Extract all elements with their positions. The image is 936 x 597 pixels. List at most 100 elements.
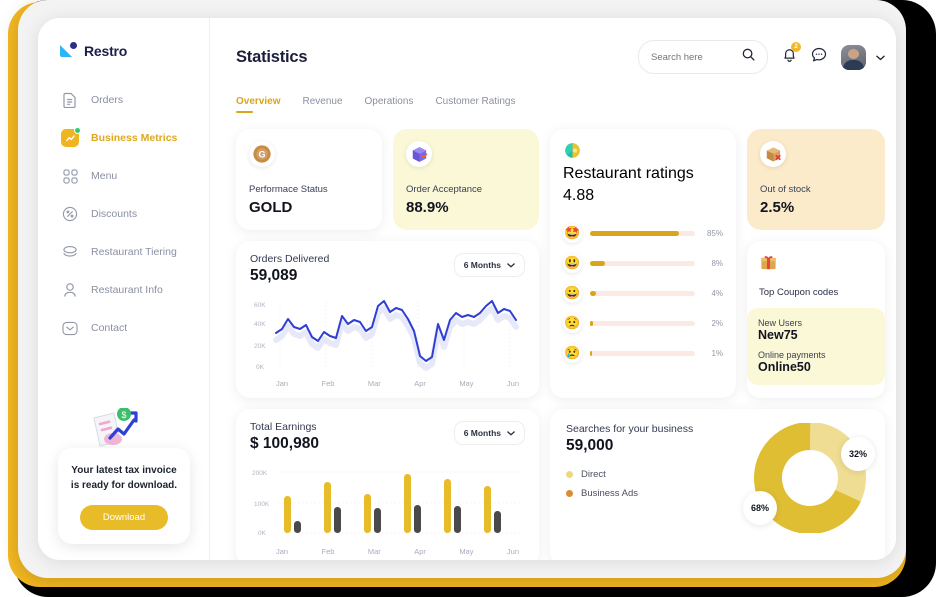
avatar[interactable] — [841, 44, 866, 70]
sidebar-item-restaurant-info[interactable]: Restaurant Info — [38, 271, 209, 309]
profile-menu[interactable] — [841, 44, 885, 70]
svg-text:60K: 60K — [254, 302, 266, 309]
tab-bar: Overview Revenue Operations Customer Rat… — [236, 96, 885, 113]
rating-row: 😀 4% — [563, 278, 723, 308]
sidebar-item-label: Orders — [91, 94, 124, 106]
box-cross-icon — [760, 141, 786, 167]
tab-overview[interactable]: Overview — [236, 96, 280, 113]
star-struck-face-icon: 🤩 — [563, 223, 582, 243]
sidebar-item-label: Restaurant Info — [91, 284, 163, 296]
user-icon — [61, 281, 79, 299]
tab-customer-ratings[interactable]: Customer Ratings — [435, 96, 515, 113]
download-button[interactable]: Download — [80, 505, 168, 530]
rating-percent: 8% — [711, 258, 723, 268]
sidebar-item-contact[interactable]: Contact — [38, 309, 209, 347]
x-tick: Feb — [321, 379, 335, 388]
stat-card-performance-status[interactable]: G Performace Status GOLD — [236, 129, 382, 230]
rating-row: 😟 2% — [563, 308, 723, 338]
earnings-range-selector[interactable]: 6 Months — [453, 421, 525, 445]
donut-label-top: 32% — [841, 437, 875, 471]
orders-delivered-card: Orders Delivered 59,089 6 Months 60K 40K — [236, 241, 539, 398]
card-value: 59,089 — [250, 267, 298, 284]
stat-value: 4.88 — [563, 187, 595, 204]
chart-square-icon — [61, 127, 81, 147]
messages-button[interactable] — [811, 47, 827, 68]
invoice-growth-icon: $ — [80, 407, 190, 448]
card-title: Searches for your business — [566, 423, 694, 435]
dashboard-app: Restro Orders Business Metrics Menu Disc… — [38, 18, 896, 560]
x-tick: Jan — [276, 379, 289, 388]
tab-operations[interactable]: Operations — [365, 96, 414, 113]
stat-label: Out of stock — [760, 184, 811, 195]
svg-text:0K: 0K — [258, 530, 267, 537]
dashboard-grid: G Performace Status GOLD Order Acceptanc… — [236, 129, 885, 560]
searches-donut-chart: 32% 68% — [743, 422, 875, 534]
grinning-face-icon: 😃 — [563, 253, 582, 273]
coupon-code[interactable]: Online50 — [758, 360, 874, 374]
rating-percent: 1% — [711, 348, 723, 358]
chevron-down-icon — [876, 48, 885, 66]
sidebar-item-label: Menu — [91, 170, 118, 182]
searches-card: Searches for your business 59,000 Direct… — [550, 409, 885, 560]
topbar-actions: 2 — [638, 40, 885, 74]
rating-bar — [590, 230, 695, 236]
coupon-label: Online payments — [758, 350, 826, 360]
sidebar-item-label: Discounts — [91, 208, 138, 220]
stat-card-order-acceptance[interactable]: Order Acceptance 88.9% — [393, 129, 539, 230]
rating-bar — [590, 350, 695, 356]
svg-text:200K: 200K — [252, 470, 268, 477]
x-tick: Feb — [321, 547, 335, 556]
card-value: 59,000 — [566, 437, 614, 454]
ratings-pie-icon — [563, 141, 723, 165]
sidebar-item-orders[interactable]: Orders — [38, 81, 209, 119]
range-label: 6 Months — [463, 260, 501, 270]
card-title: Total Earnings — [250, 421, 317, 433]
rating-row: 😃 8% — [563, 248, 723, 278]
restro-logo-icon — [60, 42, 77, 59]
coupon-code[interactable]: New75 — [758, 328, 874, 342]
orders-line-chart: 60K 40K 20K 0K — [250, 293, 525, 377]
sidebar-item-menu[interactable]: Menu — [38, 157, 209, 195]
svg-text:40K: 40K — [254, 321, 266, 328]
sidebar-item-business-metrics[interactable]: Business Metrics — [38, 119, 209, 157]
search-icon[interactable] — [742, 48, 755, 66]
search-box[interactable] — [638, 40, 768, 74]
page-title: Statistics — [236, 47, 308, 66]
rating-bar — [590, 290, 695, 296]
notifications-button[interactable]: 2 — [782, 41, 801, 68]
message-icon — [61, 319, 79, 337]
x-tick: Apr — [414, 547, 426, 556]
rating-percent: 4% — [711, 288, 723, 298]
stat-label: Restaurant ratings — [563, 165, 694, 182]
discount-badge-icon — [61, 205, 79, 223]
top-coupon-codes-card: Top Coupon codes New Users New75 Online … — [747, 241, 885, 398]
promo-card: Your latest tax invoice is ready for dow… — [58, 448, 190, 544]
x-tick: Apr — [414, 379, 426, 388]
legend-item: Business Ads — [566, 488, 751, 499]
brand: Restro — [38, 34, 209, 59]
orders-range-selector[interactable]: 6 Months — [453, 253, 525, 277]
worried-face-icon: 😟 — [563, 313, 582, 333]
sidebar: Restro Orders Business Metrics Menu Disc… — [38, 18, 210, 560]
tab-revenue[interactable]: Revenue — [302, 96, 342, 113]
sidebar-item-restaurant-tiering[interactable]: Restaurant Tiering — [38, 233, 209, 271]
ratings-breakdown: 🤩 85% 😃 8% 😀 4% 😟 2% 😢 1% — [563, 218, 723, 368]
svg-text:0K: 0K — [256, 364, 265, 371]
chat-dots-icon — [811, 47, 827, 68]
legend-item: Direct — [566, 469, 751, 480]
promo-text: Your latest tax invoice is ready for dow… — [70, 465, 178, 491]
coupon-label: New Users — [758, 318, 803, 328]
coupon-list: New Users New75 Online payments Online50 — [747, 308, 885, 385]
tax-invoice-promo: $ Your latest tax invoice is ready for d… — [58, 407, 190, 544]
x-tick: Jan — [276, 547, 289, 556]
stat-card-out-of-stock[interactable]: Out of stock 2.5% — [747, 129, 885, 230]
range-label: 6 Months — [463, 428, 501, 438]
x-tick: Jun — [506, 379, 519, 388]
orders-x-axis: Jan Feb Mar Apr May Jun — [250, 377, 525, 388]
donut-label-bottom: 68% — [743, 491, 777, 525]
legend-label: Business Ads — [581, 488, 639, 499]
search-input[interactable] — [651, 51, 734, 63]
sidebar-item-discounts[interactable]: Discounts — [38, 195, 209, 233]
x-tick: Mar — [367, 547, 381, 556]
sidebar-item-label: Restaurant Tiering — [91, 246, 177, 258]
